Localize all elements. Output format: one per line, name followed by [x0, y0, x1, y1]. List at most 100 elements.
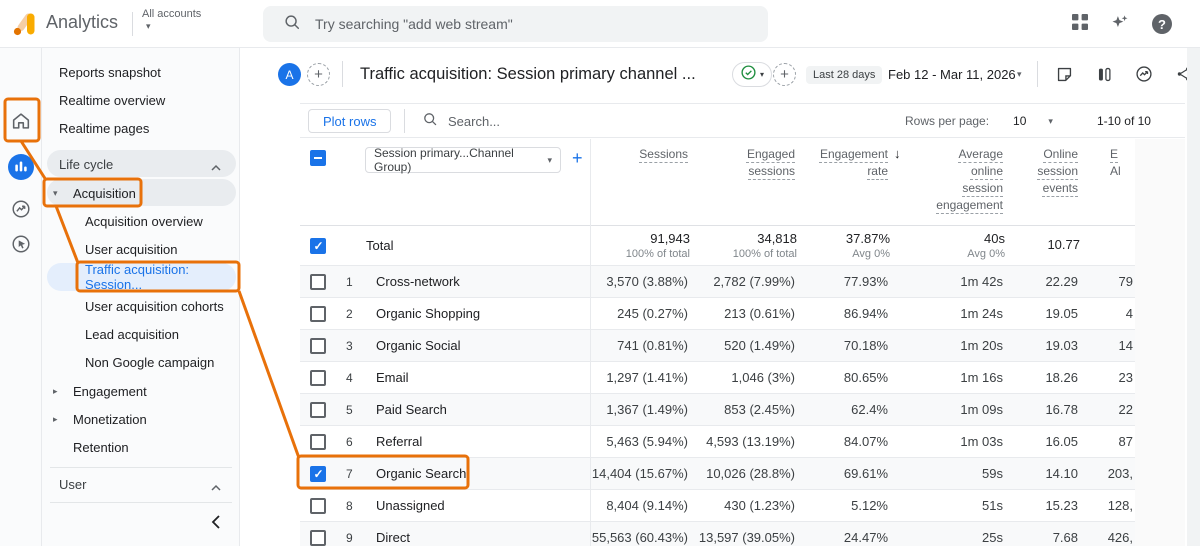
- triangle-right-icon: ▸: [53, 413, 58, 424]
- chevron-up-icon: [210, 160, 222, 175]
- cell-engaged-sessions: 13,597 (39.05%): [698, 530, 795, 545]
- add-report-button[interactable]: +: [307, 63, 330, 86]
- nav-item-realtime-overview[interactable]: Realtime overview: [42, 86, 240, 114]
- table-row: 6 Referral 5,463 (5.94%) 4,593 (13.19%) …: [300, 426, 1185, 458]
- total-row-checkbox[interactable]: [310, 237, 326, 254]
- cell-engaged-sessions: 10,026 (28.8%): [706, 466, 795, 481]
- column-header-engaged-sessions[interactable]: Engaged sessions: [739, 146, 795, 180]
- add-dimension-button[interactable]: +: [572, 148, 583, 169]
- total-rate: 37.87%: [845, 231, 890, 246]
- analytics-logo-icon[interactable]: [12, 11, 38, 42]
- nav-item-label: Non Google campaign: [85, 354, 215, 370]
- row-checkbox[interactable]: [310, 337, 326, 354]
- nav-item-user-acquisition-cohorts[interactable]: User acquisition cohorts: [42, 292, 240, 320]
- google-analytics-app: Analytics All accounts ▾ Try searching "…: [0, 0, 1200, 546]
- nav-section-life-cycle[interactable]: Life cycle: [42, 150, 240, 178]
- cell-avg-engagement: 59s: [982, 466, 1003, 481]
- table-header-row: Session primary...Channel Group) ▾ + Ses…: [300, 138, 1185, 226]
- reports-icon[interactable]: [0, 154, 42, 180]
- cell-sessions: 245 (0.27%): [617, 306, 688, 321]
- total-events: 10.77: [1047, 237, 1080, 252]
- nav-item-traffic-acquisition[interactable]: Traffic acquisition: Session...: [42, 262, 240, 292]
- feedback-note-icon[interactable]: [1052, 62, 1076, 86]
- compare-columns-icon[interactable]: [1092, 62, 1116, 86]
- nav-item-engagement[interactable]: ▸ Engagement: [42, 377, 240, 405]
- plot-rows-button[interactable]: Plot rows: [308, 109, 392, 133]
- nav-item-non-google-campaign[interactable]: Non Google campaign: [42, 348, 240, 376]
- cell-engagement-rate: 84.07%: [843, 434, 888, 449]
- table-row: 8 Unassigned 8,404 (9.14%) 430 (1.23%) 5…: [300, 490, 1185, 522]
- account-selector-label: All accounts: [142, 8, 202, 20]
- dimension-selector[interactable]: Session primary...Channel Group) ▾: [365, 146, 561, 174]
- cell-engaged-sessions: 213 (0.61%): [724, 306, 795, 321]
- column-divider: [590, 139, 591, 546]
- diagnostics-grid-icon[interactable]: [1072, 13, 1088, 35]
- row-channel-label: Email: [376, 370, 409, 385]
- cell-events: 14.10: [1045, 466, 1078, 481]
- chevron-down-icon: ▾: [146, 21, 151, 31]
- nav-item-reports-snapshot[interactable]: Reports snapshot: [42, 58, 240, 86]
- row-checkbox[interactable]: [310, 529, 326, 546]
- nav-section-user[interactable]: User: [42, 470, 240, 498]
- table-row: 5 Paid Search 1,367 (1.49%) 853 (2.45%) …: [300, 394, 1185, 426]
- explore-icon[interactable]: [0, 198, 42, 220]
- help-icon[interactable]: ?: [1152, 14, 1172, 34]
- gemini-sparkle-icon[interactable]: [1110, 12, 1130, 37]
- nav-item-acquisition-overview[interactable]: Acquisition overview: [42, 207, 240, 235]
- cell-engagement-rate: 62.4%: [851, 402, 888, 417]
- row-checkbox[interactable]: [310, 465, 326, 482]
- cell-events: 22.29: [1045, 274, 1078, 289]
- nav-item-lead-acquisition[interactable]: Lead acquisition: [42, 320, 240, 348]
- nav-item-monetization[interactable]: ▸ Monetization: [42, 405, 240, 433]
- nav-item-user-acquisition[interactable]: User acquisition: [42, 235, 240, 263]
- row-checkbox[interactable]: [310, 273, 326, 290]
- column-header-avg-engagement[interactable]: Average online session engagement: [931, 146, 1003, 214]
- add-comparison-button[interactable]: +: [773, 63, 796, 86]
- product-name: Analytics: [46, 12, 119, 32]
- column-header-clipped[interactable]: E Al: [1110, 146, 1121, 180]
- nav-item-retention[interactable]: Retention: [42, 433, 240, 461]
- row-number: 9: [346, 530, 353, 545]
- row-checkbox[interactable]: [310, 433, 326, 450]
- advertising-icon[interactable]: [0, 233, 42, 255]
- dimension-selector-label: Session primary...Channel Group): [374, 146, 514, 174]
- nav-item-label: Lead acquisition: [85, 326, 179, 342]
- nav-section-label: User: [59, 476, 87, 492]
- nav-item-realtime-pages[interactable]: Realtime pages: [42, 114, 240, 142]
- report-table-card: Plot rows Search... Rows per page: 10 ▾ …: [300, 103, 1185, 546]
- avatar[interactable]: A: [278, 63, 301, 86]
- vertical-scrollbar[interactable]: [1187, 48, 1200, 546]
- comparison-chip[interactable]: ▾: [732, 62, 773, 87]
- table-row: 2 Organic Shopping 245 (0.27%) 213 (0.61…: [300, 298, 1185, 330]
- table-search-input[interactable]: Search...: [422, 104, 500, 138]
- column-header-online-session-events[interactable]: Online session events: [1030, 146, 1078, 197]
- select-all-checkbox[interactable]: [310, 150, 326, 166]
- cell-events: 19.03: [1045, 338, 1078, 353]
- cell-sessions: 8,404 (9.14%): [606, 498, 688, 513]
- row-channel-label: Organic Social: [376, 338, 461, 353]
- row-checkbox[interactable]: [310, 401, 326, 418]
- home-icon[interactable]: [0, 110, 42, 132]
- rows-per-page-value[interactable]: 10: [1013, 114, 1026, 128]
- account-selector[interactable]: All accounts ▾: [142, 8, 201, 32]
- cell-engagement-rate: 5.12%: [851, 498, 888, 513]
- insights-icon[interactable]: [1132, 62, 1156, 86]
- column-header-sessions[interactable]: Sessions: [639, 146, 688, 163]
- nav-item-acquisition[interactable]: ▾ Acquisition: [42, 179, 240, 207]
- date-range-selector[interactable]: Feb 12 - Mar 11, 2026: [888, 67, 1016, 82]
- row-number: 4: [346, 370, 353, 385]
- global-search-input[interactable]: Try searching "add web stream": [263, 6, 768, 42]
- cell-events: 16.05: [1045, 434, 1078, 449]
- collapse-nav-icon[interactable]: [211, 515, 221, 532]
- reports-nav-drawer: Reports snapshot Realtime overview Realt…: [42, 48, 240, 546]
- search-placeholder: Search...: [448, 113, 501, 129]
- sort-descending-icon[interactable]: ↓: [894, 146, 901, 161]
- cell-sessions: 55,563 (60.43%): [591, 530, 688, 545]
- cell-engagement-rate: 80.65%: [843, 370, 888, 385]
- row-checkbox[interactable]: [310, 497, 326, 514]
- total-sessions: 91,943: [650, 231, 690, 246]
- column-header-engagement-rate[interactable]: Engagement rate: [810, 146, 888, 180]
- row-checkbox[interactable]: [310, 369, 326, 386]
- chevron-down-icon[interactable]: ▾: [1048, 116, 1053, 127]
- row-checkbox[interactable]: [310, 305, 326, 322]
